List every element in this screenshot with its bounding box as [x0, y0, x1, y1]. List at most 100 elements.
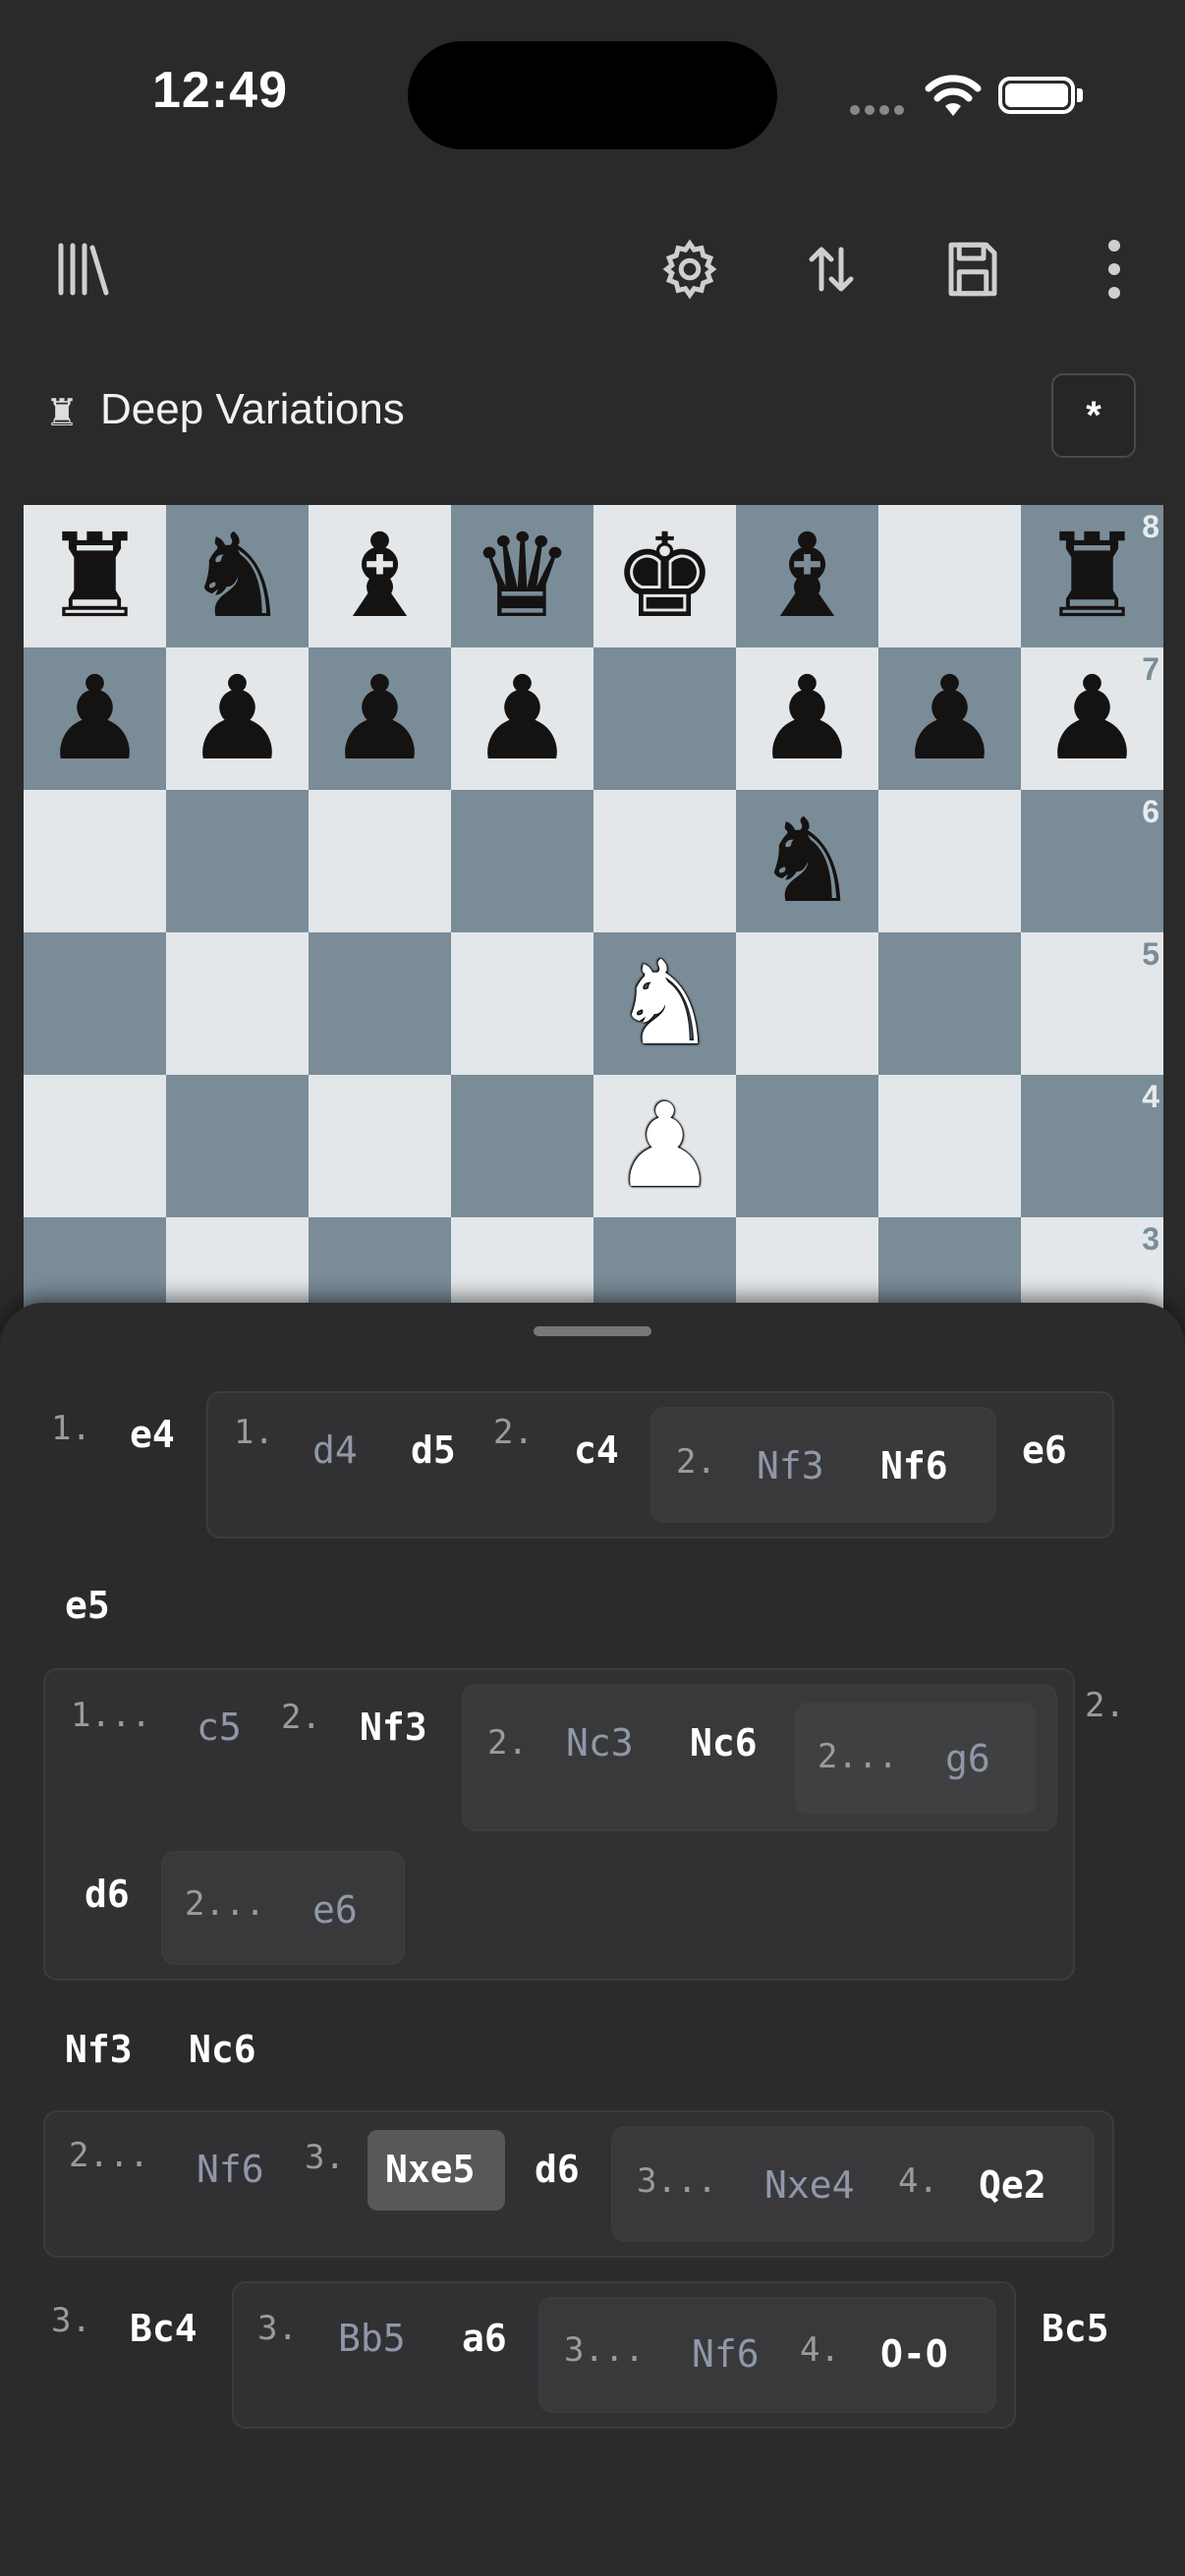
- move-e6[interactable]: e6: [312, 1888, 358, 1932]
- move-d6[interactable]: d6: [85, 1873, 130, 1916]
- square-g4[interactable]: [878, 1075, 1021, 1217]
- move-bc5[interactable]: Bc5: [1042, 2307, 1109, 2350]
- black-pawn-icon[interactable]: ♟: [309, 647, 451, 790]
- square-b6[interactable]: [166, 790, 309, 932]
- square-c8[interactable]: ♝: [309, 505, 451, 647]
- square-b4[interactable]: [166, 1075, 309, 1217]
- black-rook-icon[interactable]: ♜: [1021, 505, 1163, 647]
- black-rook-icon[interactable]: ♜: [24, 505, 166, 647]
- square-a5[interactable]: [24, 932, 166, 1075]
- move-qe2[interactable]: Qe2: [979, 2163, 1046, 2207]
- square-f6[interactable]: ♞: [736, 790, 878, 932]
- move-d6[interactable]: d6: [535, 2148, 580, 2191]
- move-nc6[interactable]: Nc6: [690, 1721, 758, 1764]
- move-e5[interactable]: e5: [65, 1584, 110, 1627]
- square-g5[interactable]: [878, 932, 1021, 1075]
- square-c6[interactable]: [309, 790, 451, 932]
- square-f5[interactable]: [736, 932, 878, 1075]
- move-d5[interactable]: d5: [411, 1428, 456, 1472]
- black-knight-icon[interactable]: ♞: [166, 505, 309, 647]
- black-king-icon[interactable]: ♚: [593, 505, 736, 647]
- square-c5[interactable]: [309, 932, 451, 1075]
- square-a7[interactable]: ♟: [24, 647, 166, 790]
- move-number: 2.: [487, 1723, 528, 1763]
- move-nf6[interactable]: Nf6: [880, 1444, 948, 1487]
- move-number: 3.: [305, 2138, 345, 2177]
- move-nf6[interactable]: Nf6: [692, 2332, 760, 2376]
- move-bb5[interactable]: Bb5: [338, 2317, 406, 2360]
- move-e6[interactable]: e6: [1022, 1428, 1067, 1472]
- square-b7[interactable]: ♟: [166, 647, 309, 790]
- move-g6[interactable]: g6: [945, 1737, 990, 1780]
- black-pawn-icon[interactable]: ♟: [878, 647, 1021, 790]
- move-number: 1.: [234, 1413, 274, 1452]
- square-a8[interactable]: ♜: [24, 505, 166, 647]
- black-bishop-icon[interactable]: ♝: [309, 505, 451, 647]
- white-knight-icon[interactable]: ♞: [593, 932, 736, 1075]
- square-h4[interactable]: 4: [1021, 1075, 1163, 1217]
- move-e4[interactable]: e4: [130, 1413, 175, 1456]
- rook-icon: ♜: [45, 393, 80, 434]
- square-f4[interactable]: [736, 1075, 878, 1217]
- square-g8[interactable]: [878, 505, 1021, 647]
- square-d7[interactable]: ♟: [451, 647, 593, 790]
- black-pawn-icon[interactable]: ♟: [1021, 647, 1163, 790]
- flip-board-icon[interactable]: [792, 230, 871, 308]
- sheet-handle[interactable]: [534, 1326, 651, 1336]
- move-nc3[interactable]: Nc3: [566, 1721, 634, 1764]
- square-f8[interactable]: ♝: [736, 505, 878, 647]
- move-nxe4[interactable]: Nxe4: [764, 2163, 855, 2207]
- black-pawn-icon[interactable]: ♟: [736, 647, 878, 790]
- square-h7[interactable]: 7 ♟: [1021, 647, 1163, 790]
- square-b5[interactable]: [166, 932, 309, 1075]
- square-e8[interactable]: ♚: [593, 505, 736, 647]
- black-pawn-icon[interactable]: ♟: [166, 647, 309, 790]
- move-o-o[interactable]: O-O: [880, 2332, 948, 2376]
- square-d5[interactable]: [451, 932, 593, 1075]
- square-c4[interactable]: [309, 1075, 451, 1217]
- move-bc4[interactable]: Bc4: [130, 2307, 198, 2350]
- move-a6[interactable]: a6: [462, 2317, 507, 2360]
- square-a6[interactable]: [24, 790, 166, 932]
- square-h8[interactable]: 8 ♜: [1021, 505, 1163, 647]
- move-c5[interactable]: c5: [197, 1706, 242, 1749]
- move-nf3[interactable]: Nf3: [360, 1706, 427, 1749]
- square-e5[interactable]: ♞: [593, 932, 736, 1075]
- move-c4[interactable]: c4: [574, 1428, 619, 1472]
- square-g7[interactable]: ♟: [878, 647, 1021, 790]
- square-e7[interactable]: [593, 647, 736, 790]
- library-icon[interactable]: [43, 230, 122, 308]
- result-button[interactable]: *: [1051, 373, 1136, 458]
- square-g6[interactable]: [878, 790, 1021, 932]
- move-d4[interactable]: d4: [312, 1428, 358, 1472]
- more-vertical-icon[interactable]: [1075, 230, 1154, 308]
- square-h6[interactable]: 6: [1021, 790, 1163, 932]
- move-nc6[interactable]: Nc6: [189, 2028, 256, 2071]
- square-e4[interactable]: ♟: [593, 1075, 736, 1217]
- black-knight-icon[interactable]: ♞: [736, 790, 878, 932]
- gear-icon[interactable]: [650, 230, 729, 308]
- black-bishop-icon[interactable]: ♝: [736, 505, 878, 647]
- black-pawn-icon[interactable]: ♟: [24, 647, 166, 790]
- white-pawn-icon[interactable]: ♟: [593, 1075, 736, 1217]
- black-queen-icon[interactable]: ♛: [451, 505, 593, 647]
- square-d6[interactable]: [451, 790, 593, 932]
- move-number: 3.: [257, 2309, 298, 2348]
- move-nf3[interactable]: Nf3: [65, 2028, 133, 2071]
- black-pawn-icon[interactable]: ♟: [451, 647, 593, 790]
- square-h5[interactable]: 5: [1021, 932, 1163, 1075]
- square-d8[interactable]: ♛: [451, 505, 593, 647]
- battery-icon: [998, 77, 1075, 114]
- square-e6[interactable]: [593, 790, 736, 932]
- move-nxe5-current[interactable]: Nxe5: [385, 2148, 476, 2191]
- square-a4[interactable]: [24, 1075, 166, 1217]
- move-nf6[interactable]: Nf6: [197, 2148, 264, 2191]
- square-c7[interactable]: ♟: [309, 647, 451, 790]
- square-d4[interactable]: [451, 1075, 593, 1217]
- square-b8[interactable]: ♞: [166, 505, 309, 647]
- move-number: 2.: [1085, 1686, 1125, 1725]
- move-nf3[interactable]: Nf3: [757, 1444, 824, 1487]
- save-icon[interactable]: [933, 230, 1012, 308]
- square-f7[interactable]: ♟: [736, 647, 878, 790]
- wifi-icon: [925, 75, 982, 116]
